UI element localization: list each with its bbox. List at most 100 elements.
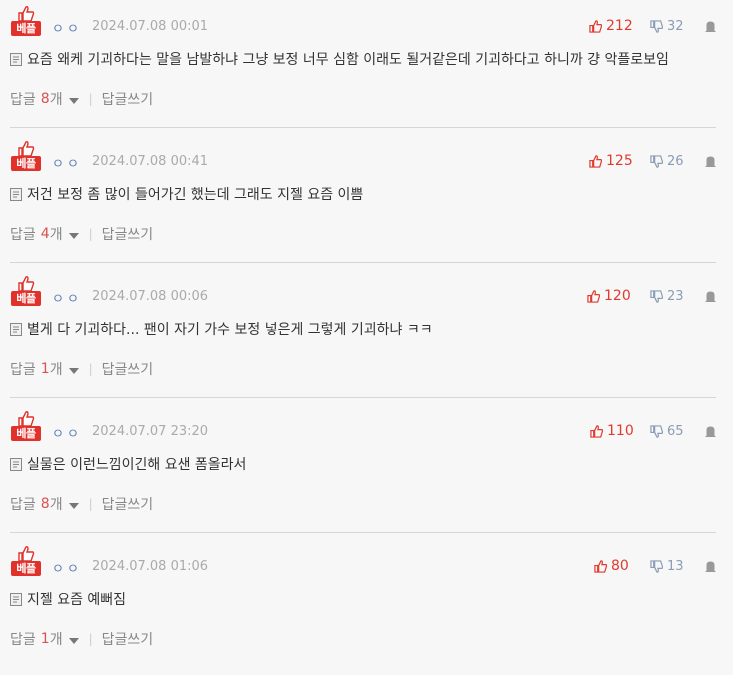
thumbs-up-icon — [18, 411, 35, 427]
caret-down-icon — [68, 97, 79, 104]
best-comment-badge: 베플 — [11, 546, 41, 576]
downvote-count: 23 — [667, 288, 684, 304]
reply-toggle[interactable]: 답글 1개 — [10, 629, 79, 649]
best-comment-badge: 베플 — [11, 276, 41, 306]
comment-author[interactable]: ㅇㅇ — [52, 288, 82, 307]
reply-count: 4 — [40, 226, 50, 242]
thumbs-down-icon — [650, 424, 663, 438]
thumbs-down-icon — [650, 559, 663, 573]
comment-text: 요즘 왜케 기괴하다는 말을 남발하냐 그냥 보정 너무 심함 이래도 될거같은… — [27, 52, 669, 68]
separator: | — [88, 92, 93, 106]
divider — [10, 532, 716, 533]
thumbs-up-icon — [18, 546, 35, 562]
reply-unit: 개 — [49, 227, 63, 243]
downvote-count: 13 — [667, 558, 684, 574]
best-comment-badge: 베플 — [11, 411, 41, 441]
comment-date: 2024.07.08 01:06 — [92, 559, 209, 574]
comment-author[interactable]: ㅇㅇ — [52, 423, 82, 442]
upvote-count: 120 — [604, 288, 631, 304]
caret-down-icon — [68, 367, 79, 374]
caret-down-icon — [68, 637, 79, 644]
write-reply-link[interactable]: 답글쓰기 — [102, 89, 154, 109]
upvote-button[interactable]: 120 — [587, 286, 631, 306]
upvote-button[interactable]: 80 — [594, 556, 629, 576]
document-icon — [10, 457, 22, 471]
document-icon — [10, 52, 22, 66]
best-comment-badge: 베플 — [11, 141, 41, 171]
reply-unit: 개 — [49, 92, 63, 108]
report-icon[interactable] — [705, 291, 716, 302]
document-icon — [10, 322, 22, 336]
caret-down-icon — [68, 502, 79, 509]
separator: | — [88, 227, 93, 241]
write-reply-link[interactable]: 답글쓰기 — [102, 494, 154, 514]
write-reply-link[interactable]: 답글쓰기 — [102, 359, 154, 379]
comment-author[interactable]: ㅇㅇ — [52, 153, 82, 172]
comment-author[interactable]: ㅇㅇ — [52, 18, 82, 37]
comment-item: 베플 ㅇㅇ 2024.07.08 00:06 120 23 별게 다 기괴하다.… — [0, 270, 733, 405]
best-label: 베플 — [11, 561, 41, 576]
separator: | — [88, 632, 93, 646]
reply-toggle[interactable]: 답글 1개 — [10, 359, 79, 379]
comment-date: 2024.07.08 00:41 — [92, 154, 209, 169]
report-icon[interactable] — [705, 156, 716, 167]
comment-item: 베플 ㅇㅇ 2024.07.08 00:01 212 32 요즘 왜케 기괴하다… — [0, 0, 733, 135]
best-label: 베플 — [11, 156, 41, 171]
caret-down-icon — [68, 232, 79, 239]
comment-text: 별게 다 기괴하다... 팬이 자기 가수 보정 넣은게 그렇게 기괴하냐 ㅋㅋ — [27, 322, 433, 338]
upvote-count: 212 — [606, 18, 633, 34]
document-icon — [10, 592, 22, 606]
downvote-button[interactable]: 13 — [650, 556, 684, 576]
downvote-button[interactable]: 32 — [650, 16, 684, 36]
downvote-button[interactable]: 23 — [650, 286, 684, 306]
thumbs-up-icon — [18, 141, 35, 157]
reply-label: 답글 — [10, 362, 36, 378]
upvote-count: 80 — [611, 558, 629, 574]
thumbs-up-icon — [589, 154, 602, 168]
best-label: 베플 — [11, 291, 41, 306]
separator: | — [88, 362, 93, 376]
reply-toggle[interactable]: 답글 8개 — [10, 494, 79, 514]
upvote-button[interactable]: 212 — [589, 16, 633, 36]
report-icon[interactable] — [705, 426, 716, 437]
downvote-button[interactable]: 65 — [650, 421, 684, 441]
document-icon — [10, 187, 22, 201]
reply-unit: 개 — [49, 497, 63, 513]
best-label: 베플 — [11, 21, 41, 36]
upvote-button[interactable]: 110 — [590, 421, 634, 441]
comment-text: 지젤 요즘 예뻐짐 — [27, 592, 127, 608]
comment-item: 베플 ㅇㅇ 2024.07.08 01:06 80 13 지젤 요즘 예뻐짐 답… — [0, 540, 733, 675]
reply-unit: 개 — [49, 362, 63, 378]
upvote-count: 110 — [607, 423, 634, 439]
reply-count: 1 — [40, 631, 50, 647]
downvote-count: 26 — [667, 153, 684, 169]
best-label: 베플 — [11, 426, 41, 441]
write-reply-link[interactable]: 답글쓰기 — [102, 224, 154, 244]
thumbs-down-icon — [650, 289, 663, 303]
divider — [10, 397, 716, 398]
reply-toggle[interactable]: 답글 4개 — [10, 224, 79, 244]
divider — [10, 262, 716, 263]
comment-author[interactable]: ㅇㅇ — [52, 558, 82, 577]
comment-date: 2024.07.08 00:01 — [92, 19, 209, 34]
thumbs-down-icon — [650, 154, 663, 168]
downvote-count: 32 — [667, 18, 684, 34]
reply-label: 답글 — [10, 497, 36, 513]
comment-date: 2024.07.08 00:06 — [92, 289, 209, 304]
write-reply-link[interactable]: 답글쓰기 — [102, 629, 154, 649]
comment-item: 베플 ㅇㅇ 2024.07.07 23:20 110 65 실물은 이런느낌이긴… — [0, 405, 733, 540]
downvote-count: 65 — [667, 423, 684, 439]
comment-text: 저건 보정 좀 많이 들어가긴 했는데 그래도 지젤 요즘 이쁨 — [27, 187, 364, 203]
comment-date: 2024.07.07 23:20 — [92, 424, 209, 439]
reply-label: 답글 — [10, 92, 36, 108]
upvote-button[interactable]: 125 — [589, 151, 633, 171]
reply-toggle[interactable]: 답글 8개 — [10, 89, 79, 109]
reply-count: 1 — [40, 361, 50, 377]
downvote-button[interactable]: 26 — [650, 151, 684, 171]
thumbs-up-icon — [590, 424, 603, 438]
reply-count: 8 — [40, 91, 50, 107]
report-icon[interactable] — [705, 21, 716, 32]
thumbs-up-icon — [589, 19, 602, 33]
report-icon[interactable] — [705, 561, 716, 572]
thumbs-down-icon — [650, 19, 663, 33]
